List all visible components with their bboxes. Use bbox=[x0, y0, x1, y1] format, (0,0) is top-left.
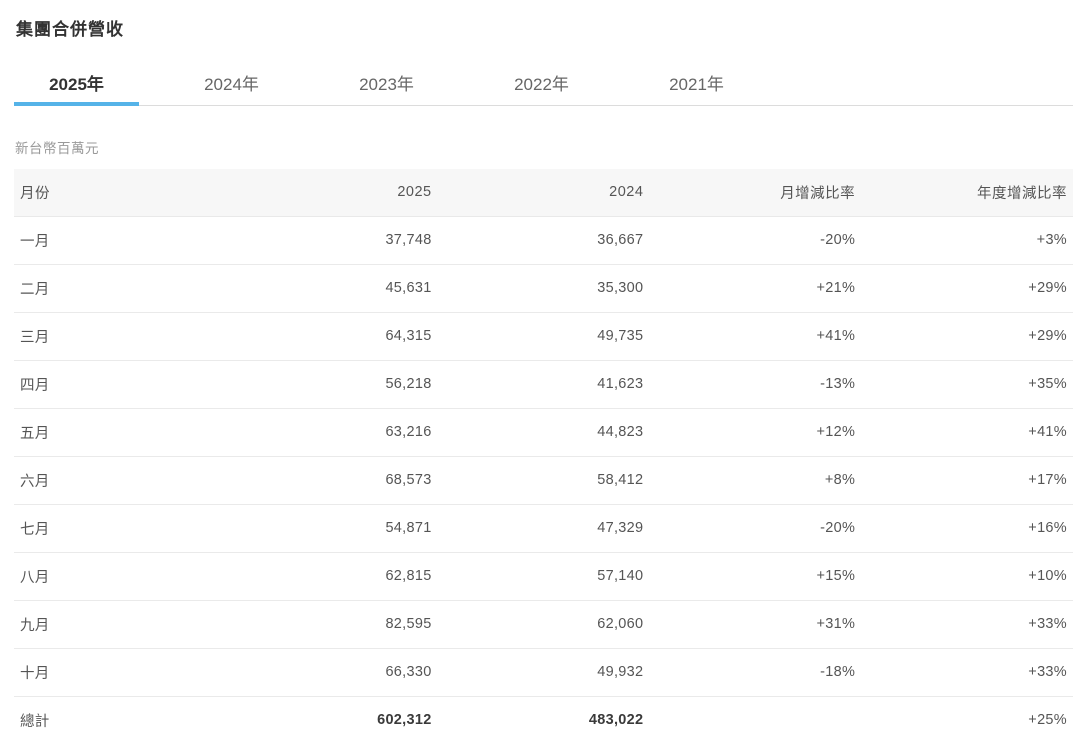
total-2025-cell: 602,312 bbox=[226, 696, 438, 743]
mom-cell: +41% bbox=[649, 312, 861, 360]
revenue-table: 月份20252024月增減比率年度增減比率 一月37,74836,667-20%… bbox=[14, 169, 1073, 743]
yoy-cell: +16% bbox=[861, 504, 1073, 552]
total-2024-cell: 483,022 bbox=[438, 696, 650, 743]
total-month-cell: 總計 bbox=[14, 696, 226, 743]
2024-cell: 49,932 bbox=[438, 648, 650, 696]
table-row: 三月64,31549,735+41%+29% bbox=[14, 312, 1073, 360]
2024-cell: 58,412 bbox=[438, 456, 650, 504]
month-cell: 七月 bbox=[14, 504, 226, 552]
revenue-page: 集團合併營收 2025年2024年2023年2022年2021年 新台幣百萬元 … bbox=[0, 0, 1087, 743]
table-row: 四月56,21841,623-13%+35% bbox=[14, 360, 1073, 408]
column-header-month: 月份 bbox=[14, 169, 226, 216]
table-row: 五月63,21644,823+12%+41% bbox=[14, 408, 1073, 456]
table-header-row: 月份20252024月增減比率年度增減比率 bbox=[14, 169, 1073, 216]
total-row: 總計602,312483,022 +25% bbox=[14, 696, 1073, 743]
tab-2023[interactable]: 2023年 bbox=[324, 65, 449, 105]
table-row: 二月45,63135,300+21%+29% bbox=[14, 264, 1073, 312]
mom-cell: -20% bbox=[649, 216, 861, 264]
yoy-cell: +10% bbox=[861, 552, 1073, 600]
2024-cell: 36,667 bbox=[438, 216, 650, 264]
2024-cell: 44,823 bbox=[438, 408, 650, 456]
mom-cell: +31% bbox=[649, 600, 861, 648]
yoy-cell: +41% bbox=[861, 408, 1073, 456]
2025-cell: 62,815 bbox=[226, 552, 438, 600]
month-cell: 六月 bbox=[14, 456, 226, 504]
2024-cell: 49,735 bbox=[438, 312, 650, 360]
page-title: 集團合併營收 bbox=[16, 18, 1073, 42]
yoy-cell: +17% bbox=[861, 456, 1073, 504]
yoy-cell: +33% bbox=[861, 600, 1073, 648]
2024-cell: 57,140 bbox=[438, 552, 650, 600]
table-row: 七月54,87147,329-20%+16% bbox=[14, 504, 1073, 552]
2024-cell: 35,300 bbox=[438, 264, 650, 312]
month-cell: 二月 bbox=[14, 264, 226, 312]
mom-cell: +21% bbox=[649, 264, 861, 312]
month-cell: 十月 bbox=[14, 648, 226, 696]
tab-2024[interactable]: 2024年 bbox=[169, 65, 294, 105]
mom-cell: -18% bbox=[649, 648, 861, 696]
month-cell: 一月 bbox=[14, 216, 226, 264]
year-tabs: 2025年 2024年 2023年 2022年 2021年 bbox=[14, 65, 1073, 106]
table-row: 十月66,33049,932-18%+33% bbox=[14, 648, 1073, 696]
month-cell: 八月 bbox=[14, 552, 226, 600]
2024-cell: 62,060 bbox=[438, 600, 650, 648]
table-row: 六月68,57358,412+8%+17% bbox=[14, 456, 1073, 504]
month-cell: 五月 bbox=[14, 408, 226, 456]
2025-cell: 37,748 bbox=[226, 216, 438, 264]
month-cell: 四月 bbox=[14, 360, 226, 408]
2024-cell: 47,329 bbox=[438, 504, 650, 552]
column-header-2025: 2025 bbox=[226, 169, 438, 216]
table-row: 一月37,74836,667-20%+3% bbox=[14, 216, 1073, 264]
2025-cell: 45,631 bbox=[226, 264, 438, 312]
column-header-2024: 2024 bbox=[438, 169, 650, 216]
tab-2022[interactable]: 2022年 bbox=[479, 65, 604, 105]
unit-note: 新台幣百萬元 bbox=[15, 137, 1073, 157]
2024-cell: 41,623 bbox=[438, 360, 650, 408]
2025-cell: 63,216 bbox=[226, 408, 438, 456]
tab-2025[interactable]: 2025年 bbox=[14, 65, 139, 106]
table-row: 八月62,81557,140+15%+10% bbox=[14, 552, 1073, 600]
2025-cell: 82,595 bbox=[226, 600, 438, 648]
2025-cell: 66,330 bbox=[226, 648, 438, 696]
yoy-cell: +29% bbox=[861, 264, 1073, 312]
column-header-mom: 月增減比率 bbox=[649, 169, 861, 216]
total-mom-cell bbox=[649, 696, 861, 743]
month-cell: 三月 bbox=[14, 312, 226, 360]
yoy-cell: +3% bbox=[861, 216, 1073, 264]
column-header-yoy: 年度增減比率 bbox=[861, 169, 1073, 216]
tab-2021[interactable]: 2021年 bbox=[634, 65, 759, 105]
2025-cell: 54,871 bbox=[226, 504, 438, 552]
yoy-cell: +35% bbox=[861, 360, 1073, 408]
mom-cell: +12% bbox=[649, 408, 861, 456]
yoy-cell: +33% bbox=[861, 648, 1073, 696]
month-cell: 九月 bbox=[14, 600, 226, 648]
mom-cell: -20% bbox=[649, 504, 861, 552]
yoy-cell: +29% bbox=[861, 312, 1073, 360]
2025-cell: 56,218 bbox=[226, 360, 438, 408]
2025-cell: 64,315 bbox=[226, 312, 438, 360]
mom-cell: +15% bbox=[649, 552, 861, 600]
table-row: 九月82,59562,060+31%+33% bbox=[14, 600, 1073, 648]
total-yoy-cell: +25% bbox=[861, 696, 1073, 743]
mom-cell: +8% bbox=[649, 456, 861, 504]
mom-cell: -13% bbox=[649, 360, 861, 408]
2025-cell: 68,573 bbox=[226, 456, 438, 504]
